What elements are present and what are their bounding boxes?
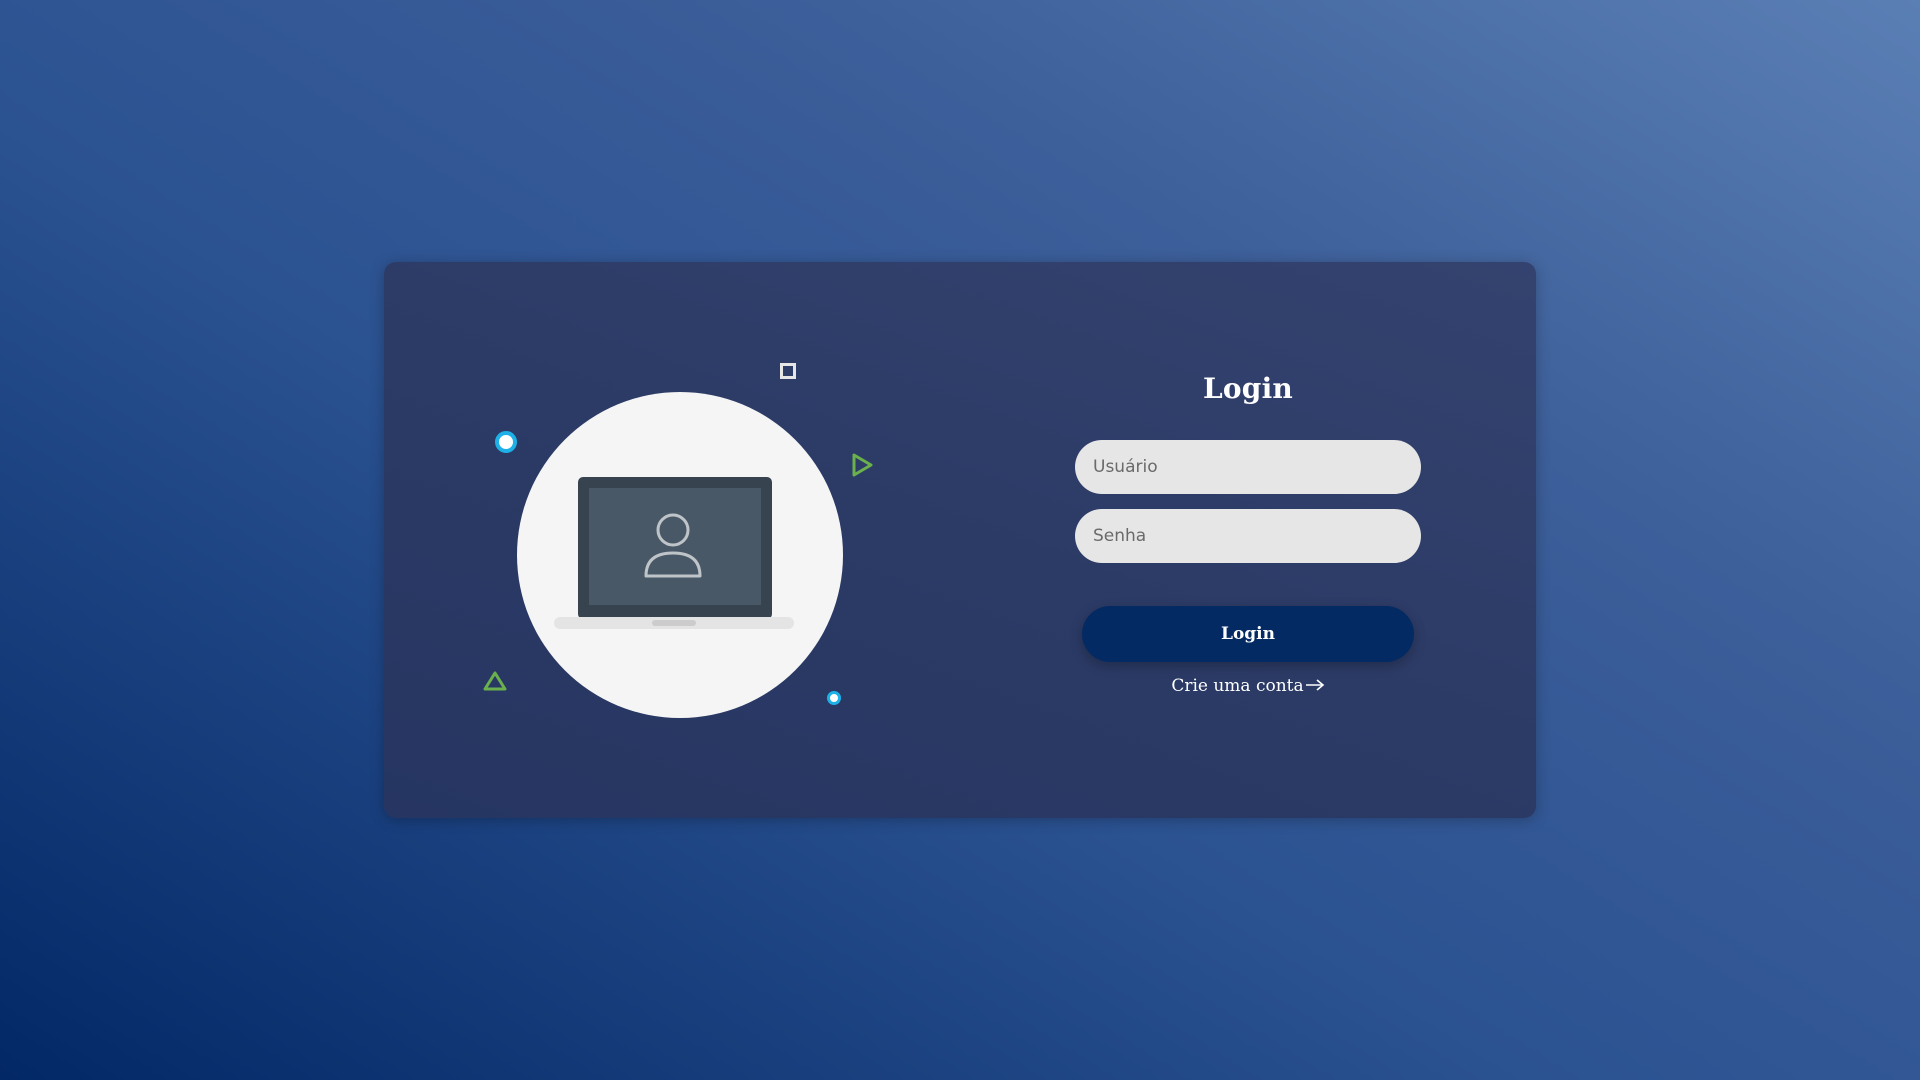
play-triangle-decoration-icon [852,453,873,477]
square-decoration-icon [780,363,796,379]
login-button[interactable]: Login [1082,606,1414,662]
dot-decoration-icon [827,691,841,705]
username-input[interactable] [1075,440,1421,494]
login-illustration [384,262,944,818]
login-title: Login [1203,372,1293,405]
triangle-decoration-icon [483,671,507,691]
arrow-right-icon [1305,679,1324,691]
create-account-link[interactable]: Crie uma conta [1075,676,1421,696]
laptop-user-icon [554,477,794,629]
create-account-label: Crie uma conta [1171,676,1304,696]
password-input[interactable] [1075,509,1421,563]
login-form: Login Login Crie uma conta [1075,262,1421,818]
ring-decoration-icon [495,431,517,453]
login-card: Login Login Crie uma conta [384,262,1536,818]
